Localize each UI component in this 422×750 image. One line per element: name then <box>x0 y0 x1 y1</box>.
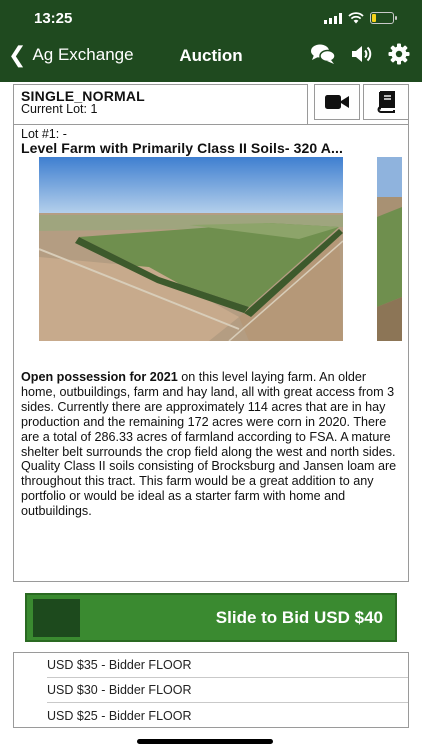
back-label: Ag Exchange <box>32 45 134 64</box>
bid-row[interactable]: USD $30 - Bidder FLOOR <box>47 678 408 703</box>
status-icons <box>324 12 397 24</box>
next-photo-preview[interactable] <box>377 157 402 341</box>
bid-row[interactable]: USD $35 - Bidder FLOOR <box>47 653 408 678</box>
lot-photo[interactable] <box>39 157 343 341</box>
slide-to-bid-label: Slide to Bid USD $40 <box>215 608 383 627</box>
lot-number: Lot #1: - <box>21 127 67 141</box>
chat-bubbles-icon[interactable] <box>310 43 336 65</box>
top-bar: 13:25 ❮ Ag Exchange Auction <box>0 0 422 82</box>
slide-handle[interactable] <box>33 599 80 637</box>
description-body: on this level laying farm. An older home… <box>21 370 397 519</box>
current-lot-label: Current Lot: 1 <box>21 102 98 116</box>
home-indicator[interactable] <box>137 739 273 744</box>
catalog-button[interactable] <box>363 84 409 120</box>
status-time: 13:25 <box>34 10 73 27</box>
wifi-icon <box>348 12 364 24</box>
lot-title: Level Farm with Primarily Class II Soils… <box>21 140 343 156</box>
gear-icon[interactable] <box>388 43 410 65</box>
description-lead: Open possession for 2021 <box>21 370 178 384</box>
bid-history-list: USD $35 - Bidder FLOOR USD $30 - Bidder … <box>13 652 409 728</box>
slide-to-bid[interactable]: Slide to Bid USD $40 <box>25 593 397 642</box>
lot-description: Open possession for 2021 on this level l… <box>21 370 399 519</box>
video-camera-icon <box>325 95 349 109</box>
bid-row[interactable]: USD $25 - Bidder FLOOR <box>47 703 408 728</box>
back-button[interactable]: ❮ Ag Exchange <box>8 44 134 66</box>
nav-actions <box>310 43 410 65</box>
signal-icon <box>324 12 342 24</box>
battery-icon <box>370 12 397 24</box>
card-divider <box>13 124 409 125</box>
video-button[interactable] <box>314 84 360 120</box>
speaker-icon[interactable] <box>350 43 374 65</box>
chevron-left-icon: ❮ <box>8 42 27 67</box>
catalog-book-icon <box>377 91 395 113</box>
